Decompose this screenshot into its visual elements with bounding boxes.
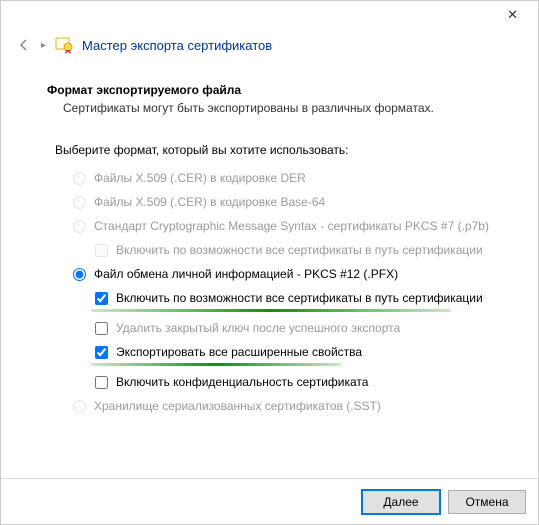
check-pkcs7-chain: Включить по возможности все сертификаты … [73,243,502,257]
highlight-underline-icon [91,309,451,312]
check-pfx-chain-input[interactable] [95,292,108,305]
radio-pkcs7-input [73,220,86,233]
check-pfx-chain-label: Включить по возможности все сертификаты … [116,291,483,305]
check-pfx-priv-input[interactable] [95,376,108,389]
check-pfx-priv-label: Включить конфиденциальность сертификата [116,375,368,389]
check-pfx-delkey-input[interactable] [95,322,108,335]
radio-der-label: Файлы X.509 (.CER) в кодировке DER [94,171,306,185]
section-heading: Формат экспортируемого файла [47,83,502,97]
highlight-underline-icon [91,363,341,366]
back-arrow-icon[interactable] [15,36,33,54]
check-pfx-delkey-label: Удалить закрытый ключ после успешного эк… [116,321,400,335]
radio-pfx-label: Файл обмена личной информацией - PKCS #1… [94,267,398,281]
check-pfx-ext-input[interactable] [95,346,108,359]
section-description: Сертификаты могут быть экспортированы в … [47,101,502,115]
check-pkcs7-chain-input [95,244,108,257]
radio-pfx-input[interactable] [73,268,86,281]
cancel-button[interactable]: Отмена [448,490,526,514]
radio-sst: Хранилище сериализованных сертификатов (… [73,399,502,413]
radio-base64-input [73,196,86,209]
radio-base64-label: Файлы X.509 (.CER) в кодировке Base-64 [94,195,325,209]
radio-base64: Файлы X.509 (.CER) в кодировке Base-64 [73,195,502,209]
close-icon[interactable]: ✕ [499,3,526,27]
radio-der: Файлы X.509 (.CER) в кодировке DER [73,171,502,185]
breadcrumb-sep: ▸ [41,40,46,51]
check-pfx-chain[interactable]: Включить по возможности все сертификаты … [73,291,502,305]
check-pfx-delkey[interactable]: Удалить закрытый ключ после успешного эк… [73,321,502,335]
radio-sst-input [73,400,86,413]
next-button[interactable]: Далее [362,490,440,514]
radio-pkcs7: Стандарт Cryptographic Message Syntax - … [73,219,502,233]
check-pfx-priv[interactable]: Включить конфиденциальность сертификата [73,375,502,389]
check-pkcs7-chain-label: Включить по возможности все сертификаты … [116,243,483,257]
radio-pfx[interactable]: Файл обмена личной информацией - PKCS #1… [73,267,502,281]
radio-der-input [73,172,86,185]
check-pfx-ext-label: Экспортировать все расширенные свойства [116,345,362,359]
wizard-title: Мастер экспорта сертификатов [82,38,272,53]
certificate-icon [54,35,74,55]
check-pfx-ext[interactable]: Экспортировать все расширенные свойства [73,345,502,359]
format-prompt: Выберите формат, который вы хотите испол… [47,143,502,157]
radio-sst-label: Хранилище сериализованных сертификатов (… [94,399,381,413]
radio-pkcs7-label: Стандарт Cryptographic Message Syntax - … [94,219,489,233]
